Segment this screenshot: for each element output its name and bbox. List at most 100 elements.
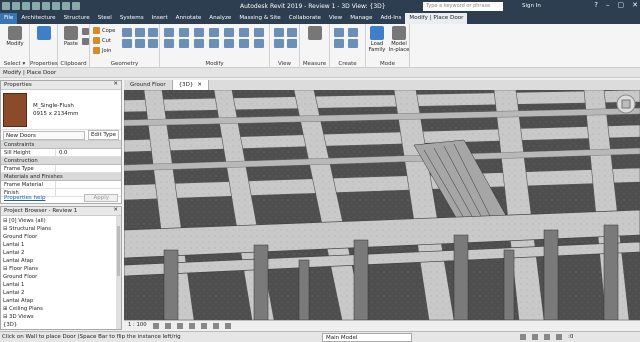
- property-value[interactable]: 0.0: [56, 149, 121, 156]
- tree-item[interactable]: Lantai 1: [3, 241, 119, 249]
- open-icon[interactable]: [2, 2, 10, 10]
- property-value[interactable]: [56, 181, 121, 188]
- select-links-icon[interactable]: [544, 334, 550, 340]
- measure-group: Measure: [300, 24, 330, 68]
- cope-button[interactable]: Cope: [93, 27, 115, 34]
- apply-button[interactable]: Apply: [84, 194, 118, 202]
- instance-selector[interactable]: New Doors: [3, 130, 85, 140]
- tab-modify-place-door[interactable]: Modify | Place Door: [405, 13, 468, 24]
- crop-icon[interactable]: [200, 323, 207, 329]
- tab-annotate[interactable]: Annotate: [172, 13, 206, 24]
- create-tools[interactable]: [334, 28, 360, 48]
- section-construction[interactable]: Construction: [1, 157, 121, 165]
- tree-item[interactable]: ⊟ Structural Plans: [3, 225, 119, 233]
- tab-systems[interactable]: Systems: [116, 13, 148, 24]
- tab-insert[interactable]: Insert: [148, 13, 172, 24]
- tree-item[interactable]: ⊟ [0] Views (all): [3, 217, 119, 225]
- redo-icon[interactable]: [32, 2, 40, 10]
- modify-tools[interactable]: [164, 28, 267, 48]
- tree-item[interactable]: Lantai 2: [3, 289, 119, 297]
- join-icon: [93, 47, 100, 54]
- tab-add-ins[interactable]: Add-Ins: [376, 13, 405, 24]
- tree-item[interactable]: Lantai Atap: [3, 297, 119, 305]
- detail-level-icon[interactable]: [152, 323, 159, 329]
- lock-icon[interactable]: [212, 323, 219, 329]
- structure-model[interactable]: [124, 90, 640, 320]
- measure-icon[interactable]: [52, 2, 60, 10]
- filter-icon[interactable]: [556, 334, 562, 340]
- modify-button[interactable]: Modify: [4, 26, 26, 47]
- properties-button[interactable]: [33, 26, 55, 41]
- help-icon[interactable]: ?: [594, 1, 598, 9]
- tree-item[interactable]: {3D}: [3, 321, 119, 329]
- browser-close-button[interactable]: ✕: [113, 207, 118, 213]
- worksets-icon[interactable]: [520, 334, 526, 340]
- 3d-viewport[interactable]: [124, 90, 640, 320]
- tree-item[interactable]: ⊞ Ceiling Plans: [3, 305, 119, 313]
- tree-item[interactable]: ⊟ Floor Plans: [3, 265, 119, 273]
- load-family-button[interactable]: Load Family: [366, 26, 388, 53]
- scale-label[interactable]: 1 : 100: [128, 322, 147, 328]
- tree-item[interactable]: Lantai 2: [3, 249, 119, 257]
- clipboard-group: Paste Clipboard: [58, 24, 90, 68]
- geometry-tools[interactable]: [122, 28, 159, 48]
- undo-icon[interactable]: [22, 2, 30, 10]
- tab-3d[interactable]: {3D} ✕: [172, 80, 210, 90]
- view-cube-icon[interactable]: [616, 94, 636, 114]
- hide-icon[interactable]: [224, 323, 231, 329]
- save-icon[interactable]: [12, 2, 20, 10]
- section-constraints[interactable]: Constraints: [1, 141, 121, 149]
- close-button[interactable]: ✕: [632, 1, 638, 9]
- section-materials[interactable]: Materials and Finishes: [1, 173, 121, 181]
- tree-item[interactable]: Lantai 1: [3, 281, 119, 289]
- search-input[interactable]: Type a keyword or phrase: [423, 2, 503, 11]
- join-button[interactable]: Join: [93, 47, 111, 54]
- context-bar: Modify | Place Door: [0, 68, 640, 78]
- sign-in-button[interactable]: Sign In: [522, 3, 541, 9]
- measure-button[interactable]: [304, 26, 326, 41]
- model-selector[interactable]: Main Model: [322, 333, 412, 342]
- print-icon[interactable]: [42, 2, 50, 10]
- tree-item[interactable]: ⊟ 3D Views: [3, 313, 119, 321]
- quick-access-toolbar[interactable]: [2, 2, 80, 10]
- minimize-button[interactable]: –: [606, 1, 610, 9]
- properties-icon: [37, 26, 51, 40]
- visual-style-icon[interactable]: [164, 323, 171, 329]
- cut-clip-icon[interactable]: [82, 28, 89, 35]
- copy-clip-icon[interactable]: [82, 38, 89, 45]
- maximize-button[interactable]: ▢: [618, 1, 625, 9]
- tab-analyze[interactable]: Analyze: [205, 13, 235, 24]
- tab-ground-floor[interactable]: Ground Floor: [124, 80, 173, 90]
- tab-file[interactable]: File: [0, 13, 18, 24]
- tree-item[interactable]: Ground Floor: [3, 233, 119, 241]
- tree-item[interactable]: Lantai Atap: [3, 257, 119, 265]
- tab-manage[interactable]: Manage: [346, 13, 376, 24]
- 3d-view-icon[interactable]: [72, 2, 80, 10]
- paste-button[interactable]: Paste: [60, 26, 82, 47]
- text-icon[interactable]: [62, 2, 70, 10]
- type-selector[interactable]: M_Single-Flush 0915 x 2134mm: [1, 90, 121, 130]
- tab-collaborate[interactable]: Collaborate: [285, 13, 325, 24]
- cut-button[interactable]: Cut: [93, 37, 111, 44]
- close-icon[interactable]: ✕: [197, 82, 202, 88]
- property-value[interactable]: [56, 165, 121, 172]
- shadows-icon[interactable]: [188, 323, 195, 329]
- model-in-place-button[interactable]: Model In-place: [388, 26, 410, 53]
- tree-item[interactable]: Ground Floor: [3, 273, 119, 281]
- select-dropdown[interactable]: Select ▾: [0, 61, 29, 67]
- design-options-icon[interactable]: [532, 334, 538, 340]
- sun-path-icon[interactable]: [176, 323, 183, 329]
- tab-massing-site[interactable]: Massing & Site: [235, 13, 284, 24]
- properties-help-link[interactable]: Properties help: [4, 195, 45, 201]
- properties-close-button[interactable]: ✕: [113, 81, 118, 87]
- tab-steel[interactable]: Steel: [94, 13, 116, 24]
- view-tools[interactable]: [274, 28, 298, 48]
- tab-view[interactable]: View: [325, 13, 346, 24]
- cope-icon: [93, 27, 100, 34]
- geometry-label: Geometry: [110, 61, 139, 67]
- edit-type-button[interactable]: Edit Type: [87, 130, 119, 140]
- load-family-icon: [370, 26, 384, 40]
- tab-architecture[interactable]: Architecture: [17, 13, 59, 24]
- tab-structure[interactable]: Structure: [60, 13, 94, 24]
- browser-scrollbar[interactable]: [116, 216, 121, 329]
